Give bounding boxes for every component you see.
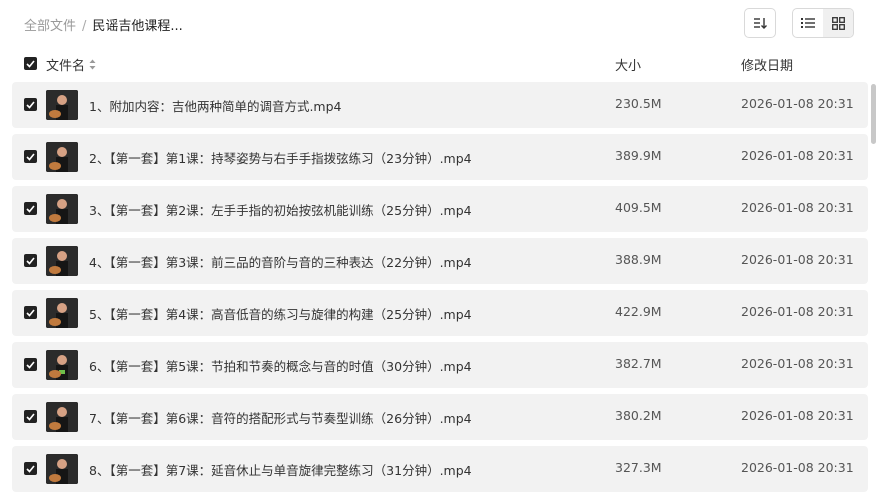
file-date: 2026-01-08 20:31 — [741, 96, 854, 111]
file-size: 409.5M — [615, 200, 662, 215]
video-thumbnail — [46, 298, 78, 328]
breadcrumb-root-link[interactable]: 全部文件 — [24, 19, 76, 34]
check-icon — [26, 412, 35, 421]
row-checkbox[interactable] — [24, 410, 37, 423]
check-icon — [26, 59, 35, 68]
video-thumbnail — [46, 194, 78, 224]
file-row[interactable]: 8、【第一套】第7课：延音休止与单音旋律完整练习（31分钟）.mp4 327.3… — [12, 446, 868, 492]
file-row[interactable]: 6、【第一套】第5课：节拍和节奏的概念与音的时值（30分钟）.mp4 382.7… — [12, 342, 868, 388]
file-name[interactable]: 6、【第一套】第5课：节拍和节奏的概念与音的时值（30分钟）.mp4 — [89, 356, 472, 375]
file-name[interactable]: 2、【第一套】第1课：持琴姿势与右手手指拨弦练习（23分钟）.mp4 — [89, 148, 472, 167]
file-date: 2026-01-08 20:31 — [741, 304, 854, 319]
sort-icon — [754, 18, 767, 29]
check-icon — [26, 204, 35, 213]
file-date: 2026-01-08 20:31 — [741, 252, 854, 267]
file-row[interactable]: 7、【第一套】第6课：音符的搭配形式与节奏型训练（26分钟）.mp4 380.2… — [12, 394, 868, 440]
file-name[interactable]: 8、【第一套】第7课：延音休止与单音旋律完整练习（31分钟）.mp4 — [89, 460, 472, 479]
video-thumbnail — [46, 350, 78, 380]
check-icon — [26, 100, 35, 109]
row-checkbox[interactable] — [24, 98, 37, 111]
row-checkbox[interactable] — [24, 306, 37, 319]
file-row[interactable]: 3、【第一套】第2课：左手手指的初始按弦机能训练（25分钟）.mp4 409.5… — [12, 186, 868, 232]
video-thumbnail — [46, 454, 78, 484]
file-row[interactable]: 2、【第一套】第1课：持琴姿势与右手手指拨弦练习（23分钟）.mp4 389.9… — [12, 134, 868, 180]
row-checkbox[interactable] — [24, 254, 37, 267]
select-all-checkbox[interactable] — [24, 57, 37, 70]
check-icon — [26, 308, 35, 317]
file-list-header: 文件名 大小 修改日期 — [0, 52, 878, 78]
column-header-name[interactable]: 文件名 — [46, 55, 96, 74]
file-date: 2026-01-08 20:31 — [741, 148, 854, 163]
video-thumbnail — [46, 246, 78, 276]
file-name[interactable]: 4、【第一套】第3课：前三品的音阶与音的三种表达（22分钟）.mp4 — [89, 252, 472, 271]
breadcrumb: 全部文件 / 民谣吉他课程... — [24, 15, 183, 34]
sort-arrows-icon — [89, 59, 96, 70]
video-thumbnail — [46, 142, 78, 172]
grid-view-button[interactable] — [823, 9, 853, 37]
file-size: 389.9M — [615, 148, 662, 163]
video-thumbnail — [46, 90, 78, 120]
breadcrumb-current: 民谣吉他课程... — [92, 19, 183, 34]
sort-button[interactable] — [744, 8, 776, 38]
list-view-icon — [801, 18, 815, 28]
view-toggle — [792, 8, 854, 38]
file-name[interactable]: 5、【第一套】第4课：高音低音的练习与旋律的构建（25分钟）.mp4 — [89, 304, 472, 323]
file-row[interactable]: 5、【第一套】第4课：高音低音的练习与旋律的构建（25分钟）.mp4 422.9… — [12, 290, 868, 336]
file-name[interactable]: 1、附加内容：吉他两种简单的调音方式.mp4 — [89, 96, 342, 115]
list-view-button[interactable] — [793, 9, 823, 37]
video-thumbnail — [46, 402, 78, 432]
file-date: 2026-01-08 20:31 — [741, 200, 854, 215]
breadcrumb-separator: / — [82, 19, 87, 34]
row-checkbox[interactable] — [24, 202, 37, 215]
file-date: 2026-01-08 20:31 — [741, 460, 854, 475]
row-checkbox[interactable] — [24, 358, 37, 371]
file-row[interactable]: 4、【第一套】第3课：前三品的音阶与音的三种表达（22分钟）.mp4 388.9… — [12, 238, 868, 284]
file-size: 382.7M — [615, 356, 662, 371]
file-row[interactable]: 1、附加内容：吉他两种简单的调音方式.mp4 230.5M 2026-01-08… — [12, 82, 868, 128]
file-date: 2026-01-08 20:31 — [741, 408, 854, 423]
check-icon — [26, 360, 35, 369]
grid-view-icon — [831, 16, 845, 30]
file-size: 422.9M — [615, 304, 662, 319]
column-header-name-label: 文件名 — [46, 59, 86, 74]
check-icon — [26, 256, 35, 265]
file-list: 1、附加内容：吉他两种简单的调音方式.mp4 230.5M 2026-01-08… — [12, 82, 868, 498]
file-date: 2026-01-08 20:31 — [741, 356, 854, 371]
file-name[interactable]: 3、【第一套】第2课：左手手指的初始按弦机能训练（25分钟）.mp4 — [89, 200, 472, 219]
scrollbar-thumb[interactable] — [871, 84, 876, 144]
row-checkbox[interactable] — [24, 150, 37, 163]
file-size: 388.9M — [615, 252, 662, 267]
file-size: 327.3M — [615, 460, 662, 475]
check-icon — [26, 152, 35, 161]
file-size: 230.5M — [615, 96, 662, 111]
file-name[interactable]: 7、【第一套】第6课：音符的搭配形式与节奏型训练（26分钟）.mp4 — [89, 408, 472, 427]
column-header-size[interactable]: 大小 — [615, 55, 641, 74]
check-icon — [26, 464, 35, 473]
row-checkbox[interactable] — [24, 462, 37, 475]
file-size: 380.2M — [615, 408, 662, 423]
column-header-modified[interactable]: 修改日期 — [741, 55, 793, 74]
top-bar: 全部文件 / 民谣吉他课程... — [0, 0, 878, 48]
